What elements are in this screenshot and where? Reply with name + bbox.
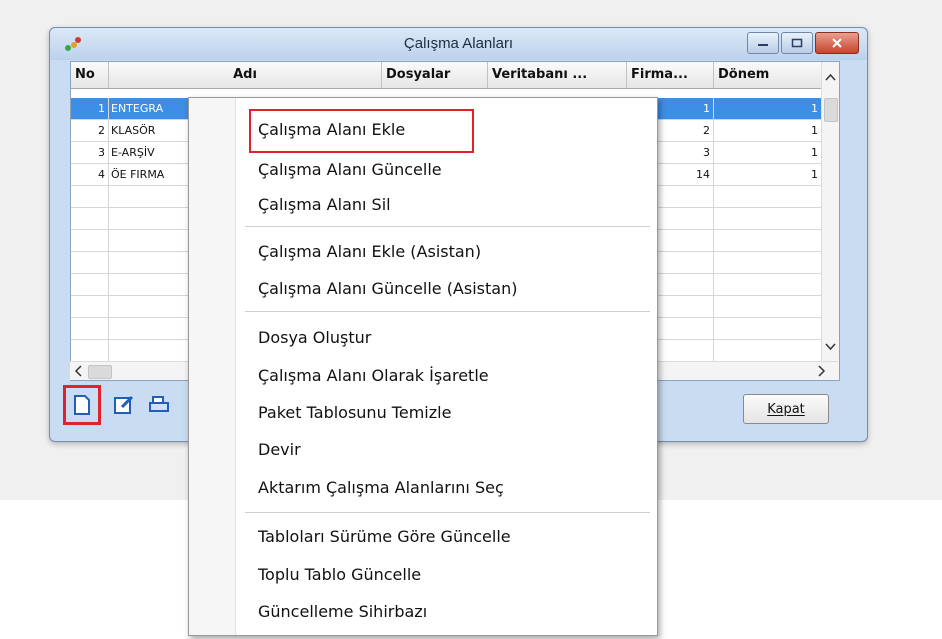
empty-cell bbox=[714, 230, 822, 252]
menu-separator bbox=[245, 226, 650, 227]
empty-cell bbox=[714, 318, 822, 340]
empty-cell bbox=[71, 230, 109, 252]
column-header-files[interactable]: Dosyalar bbox=[382, 62, 488, 88]
vertical-scroll-thumb[interactable] bbox=[824, 98, 838, 122]
menu-item-delete-workspace[interactable]: Çalışma Alanı Sil bbox=[258, 191, 391, 219]
context-menu: Çalışma Alanı Ekle Çalışma Alanı Güncell… bbox=[188, 97, 658, 636]
row-period: 1 bbox=[714, 120, 822, 142]
menu-separator bbox=[245, 512, 650, 513]
row-no: 3 bbox=[71, 142, 109, 164]
empty-cell bbox=[714, 274, 822, 296]
scroll-up-icon[interactable] bbox=[822, 70, 839, 84]
close-window-button[interactable] bbox=[815, 32, 859, 54]
row-no: 1 bbox=[71, 98, 109, 120]
empty-cell bbox=[71, 186, 109, 208]
print-button[interactable] bbox=[147, 393, 171, 417]
column-header-company[interactable]: Firma... bbox=[627, 62, 714, 88]
menu-item-update-tables-by-version[interactable]: Tabloları Sürüme Göre Güncelle bbox=[258, 523, 511, 551]
menu-item-add-workspace-wizard[interactable]: Çalışma Alanı Ekle (Asistan) bbox=[258, 238, 481, 266]
scroll-right-icon[interactable] bbox=[814, 362, 828, 380]
edit-workspace-button[interactable] bbox=[112, 393, 136, 417]
empty-cell bbox=[71, 296, 109, 318]
row-period: 1 bbox=[714, 142, 822, 164]
scroll-down-icon[interactable] bbox=[822, 340, 839, 354]
row-no: 2 bbox=[71, 120, 109, 142]
horizontal-scroll-thumb[interactable] bbox=[88, 365, 112, 379]
empty-cell bbox=[714, 186, 822, 208]
column-header-name[interactable]: Adı bbox=[109, 62, 382, 88]
menu-item-select-transfer-workspaces[interactable]: Aktarım Çalışma Alanlarını Seç bbox=[258, 474, 504, 502]
empty-cell bbox=[71, 208, 109, 230]
highlight-annotation-add-button bbox=[63, 385, 101, 425]
empty-cell bbox=[714, 296, 822, 318]
menu-item-add-workspace[interactable]: Çalışma Alanı Ekle bbox=[258, 116, 405, 144]
menu-icon-gutter bbox=[189, 98, 236, 635]
edit-icon bbox=[114, 395, 134, 414]
maximize-icon bbox=[791, 38, 803, 48]
row-no: 4 bbox=[71, 164, 109, 186]
column-header-period[interactable]: Dönem bbox=[714, 62, 822, 88]
menu-item-mark-as-workspace[interactable]: Çalışma Alanı Olarak İşaretle bbox=[258, 362, 489, 390]
window-title: Çalışma Alanları bbox=[403, 35, 514, 52]
empty-cell bbox=[71, 340, 109, 362]
menu-item-update-workspace-wizard[interactable]: Çalışma Alanı Güncelle (Asistan) bbox=[258, 275, 517, 303]
column-header-database[interactable]: Veritabanı ... bbox=[488, 62, 627, 88]
title-bar[interactable]: Çalışma Alanları bbox=[50, 28, 867, 60]
empty-cell bbox=[714, 252, 822, 274]
empty-cell bbox=[71, 274, 109, 296]
table-header: No Adı Dosyalar Veritabanı ... Firma... … bbox=[71, 62, 839, 89]
row-period: 1 bbox=[714, 164, 822, 186]
menu-item-update-wizard[interactable]: Güncelleme Sihirbazı bbox=[258, 598, 427, 626]
close-icon bbox=[832, 38, 842, 48]
close-button[interactable]: Kapat bbox=[743, 394, 829, 424]
empty-cell bbox=[71, 252, 109, 274]
minimize-button[interactable] bbox=[747, 32, 779, 54]
vertical-scrollbar[interactable] bbox=[821, 62, 839, 380]
menu-item-clear-package-table[interactable]: Paket Tablosunu Temizle bbox=[258, 399, 451, 427]
minimize-icon bbox=[758, 44, 768, 46]
window-controls bbox=[747, 32, 859, 54]
row-period: 1 bbox=[714, 98, 822, 120]
menu-item-update-workspace[interactable]: Çalışma Alanı Güncelle bbox=[258, 156, 442, 184]
column-header-no[interactable]: No bbox=[71, 62, 109, 88]
menu-item-transfer[interactable]: Devir bbox=[258, 436, 301, 464]
maximize-button[interactable] bbox=[781, 32, 813, 54]
print-icon bbox=[149, 396, 169, 412]
menu-item-bulk-table-update[interactable]: Toplu Tablo Güncelle bbox=[258, 561, 421, 589]
empty-cell bbox=[71, 318, 109, 340]
menu-separator bbox=[245, 311, 650, 312]
close-button-label: Kapat bbox=[767, 401, 805, 417]
empty-cell bbox=[714, 208, 822, 230]
menu-item-create-file[interactable]: Dosya Oluştur bbox=[258, 324, 371, 352]
scroll-left-icon[interactable] bbox=[72, 362, 86, 380]
empty-cell bbox=[714, 340, 822, 362]
